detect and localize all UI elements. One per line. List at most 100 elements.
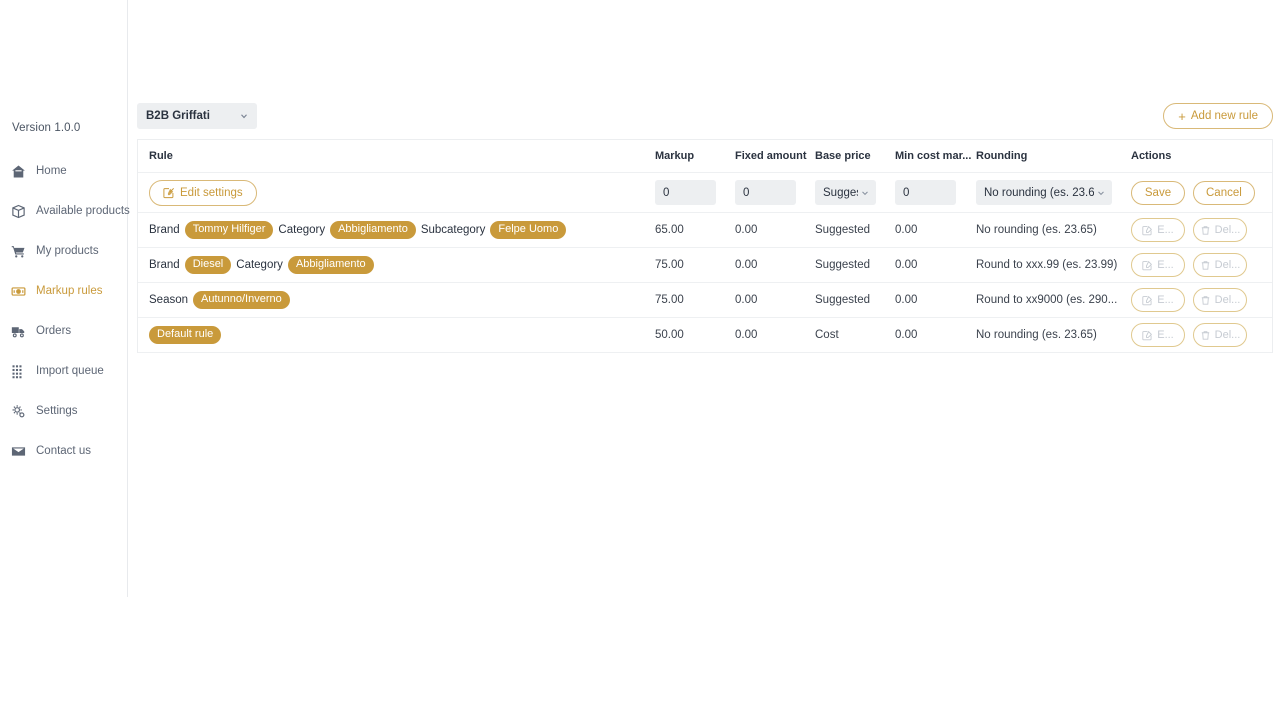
rule-text: Subcategory: [420, 223, 486, 236]
base-price-value: Cost: [815, 329, 839, 341]
sidebar-item-label: My products: [36, 245, 99, 257]
rule-tag: Felpe Uomo: [490, 221, 567, 239]
rule-tag: Autunno/Inverno: [193, 291, 290, 309]
delete-rule-button[interactable]: Del...: [1193, 323, 1247, 347]
edit-settings-label: Edit settings: [180, 186, 243, 199]
chevron-down-icon: [860, 188, 870, 198]
rule-text: Brand: [149, 258, 180, 271]
rounding-value: No rounding (es. 23.65): [976, 224, 1097, 236]
sidebar-item-label: Orders: [36, 325, 72, 337]
sidebar: Version 1.0.0 Home Available products My p…: [0, 0, 130, 597]
delete-rule-button[interactable]: Del...: [1193, 218, 1247, 242]
min-cost-margin-value: 0.00: [895, 329, 918, 341]
sidebar-item-settings[interactable]: Settings: [0, 394, 127, 428]
fixed-amount-input-cell: [735, 180, 815, 205]
rule-definition-cell: Brand Tommy Hilfiger Category Abbigliamento…: [149, 221, 655, 239]
sidebar-item-orders[interactable]: Orders: [0, 314, 127, 348]
edit-rule-button[interactable]: E...: [1131, 323, 1185, 347]
rounding-value: Round to xx9000 (es. 290...: [976, 294, 1118, 306]
sidebar-item-home[interactable]: Home: [0, 154, 127, 188]
base-price-value: Suggested: [815, 294, 870, 306]
fixed-amount-value: 0.00: [735, 329, 758, 341]
rule-definition-cell: Brand Diesel Category Abbigliamento: [149, 256, 655, 274]
sidebar-item-markup-rules[interactable]: Markup rules: [0, 274, 127, 308]
pencil-icon: [1142, 330, 1153, 341]
sidebar-item-available-products[interactable]: Available products: [0, 194, 130, 228]
fixed-amount-input[interactable]: [735, 180, 796, 205]
sidebar-item-import-queue[interactable]: Import queue: [0, 354, 127, 388]
grid-icon: [11, 364, 26, 379]
pencil-icon: [1142, 260, 1153, 271]
cart-icon: [11, 244, 26, 259]
sidebar-nav: Home Available products My products Markup …: [0, 154, 130, 468]
version-label: Version 1.0.0: [12, 122, 81, 134]
truck-icon: [11, 324, 26, 339]
rounding-value: Round to xxx.99 (es. 23.99): [976, 259, 1118, 271]
min-cost-margin-value: 0.00: [895, 259, 918, 271]
rule-tag: Default rule: [149, 326, 222, 344]
rounding-select[interactable]: No rounding (es. 23.65: [976, 180, 1112, 205]
fixed-amount-value: 0.00: [735, 294, 758, 306]
base-price-value: Suggested: [815, 259, 870, 271]
main-content: B2B Griffati + Add new rule Rule Markup …: [137, 0, 1273, 353]
store-selector[interactable]: B2B Griffati: [137, 103, 257, 129]
min-cost-input-cell: [895, 180, 976, 205]
edit-rule-button[interactable]: E...: [1131, 218, 1185, 242]
min-cost-margin-input[interactable]: [895, 180, 956, 205]
table-row: Default rule 50.00 0.00 Cost 0.00 No rounding…: [138, 318, 1272, 353]
plus-icon: +: [1178, 108, 1186, 124]
store-selector-value: B2B Griffati: [146, 110, 210, 122]
pencil-square-icon: [163, 187, 175, 199]
row-actions: E... Del...: [1131, 323, 1273, 347]
base-price-select-cell: Sugges: [815, 180, 895, 205]
rule-text: Brand: [149, 223, 180, 236]
rule-text: Season: [149, 293, 189, 306]
row-actions: E... Del...: [1131, 253, 1273, 277]
edit-rule-button[interactable]: E...: [1131, 288, 1185, 312]
rule-tag: Abbigliamento: [287, 256, 374, 274]
delete-rule-button[interactable]: Del...: [1193, 253, 1247, 277]
delete-rule-label: Del...: [1214, 224, 1241, 236]
row-actions: E... Del...: [1131, 288, 1273, 312]
column-header-fixed-amount: Fixed amount: [735, 150, 807, 162]
trash-icon: [1200, 330, 1211, 341]
rounding-select-cell: No rounding (es. 23.65: [976, 180, 1131, 205]
rule-definition-cell: Season Autunno/Inverno: [149, 291, 655, 309]
edit-rule-button[interactable]: E...: [1131, 253, 1185, 277]
sidebar-item-contact-us[interactable]: Contact us: [0, 434, 127, 468]
edit-rule-label: E...: [1157, 294, 1174, 306]
rounding-select-value: No rounding (es. 23.65: [984, 186, 1094, 199]
toolbar: B2B Griffati + Add new rule: [137, 100, 1273, 132]
sidebar-item-my-products[interactable]: My products: [0, 234, 127, 268]
sidebar-item-label: Import queue: [36, 365, 104, 377]
sidebar-item-label: Settings: [36, 405, 78, 417]
trash-icon: [1200, 260, 1211, 271]
markup-input[interactable]: [655, 180, 716, 205]
edit-settings-cell: Edit settings: [149, 179, 655, 206]
min-cost-margin-value: 0.00: [895, 294, 918, 306]
min-cost-margin-value: 0.00: [895, 224, 918, 236]
table-header-row: Rule Markup Fixed amount Base price Min …: [138, 140, 1272, 173]
trash-icon: [1200, 225, 1211, 236]
sidebar-item-label: Contact us: [36, 445, 91, 457]
markup-value: 75.00: [655, 294, 684, 306]
row-actions: E... Del...: [1131, 218, 1273, 242]
column-header-base-price: Base price: [815, 150, 871, 162]
base-price-select[interactable]: Sugges: [815, 180, 876, 205]
markup-input-cell: [655, 180, 735, 205]
save-button[interactable]: Save: [1131, 180, 1185, 205]
table-body: Brand Tommy Hilfiger Category Abbigliamento…: [138, 213, 1272, 353]
sidebar-item-label: Markup rules: [36, 285, 103, 297]
rounding-value: No rounding (es. 23.65): [976, 329, 1097, 341]
add-new-rule-button[interactable]: + Add new rule: [1163, 103, 1273, 129]
sidebar-item-label: Available products: [36, 205, 130, 217]
add-new-rule-label: Add new rule: [1190, 110, 1258, 122]
column-header-actions: Actions: [1131, 150, 1172, 162]
delete-rule-label: Del...: [1214, 259, 1241, 271]
money-icon: [11, 284, 26, 299]
rule-tag: Diesel: [184, 256, 232, 274]
cancel-button[interactable]: Cancel: [1193, 180, 1255, 205]
delete-rule-button[interactable]: Del...: [1193, 288, 1247, 312]
delete-rule-label: Del...: [1214, 294, 1241, 306]
edit-settings-button[interactable]: Edit settings: [149, 179, 257, 206]
